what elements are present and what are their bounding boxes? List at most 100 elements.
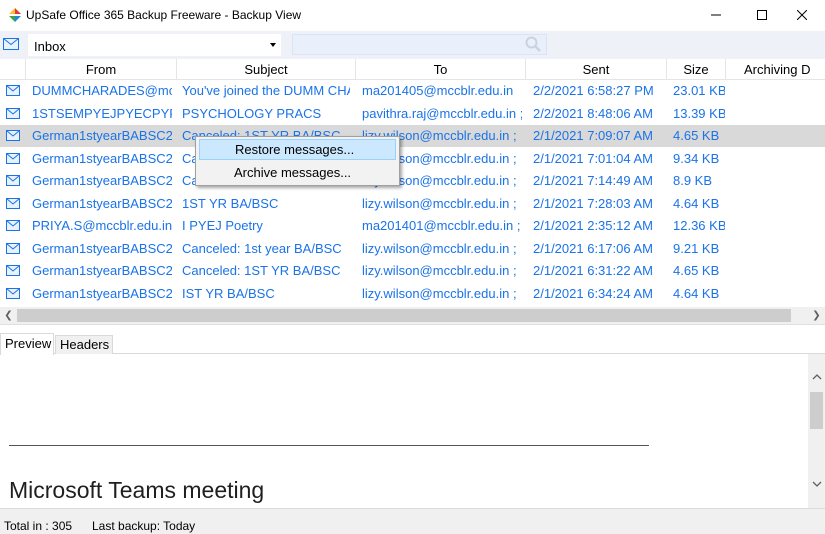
- table-row[interactable]: 1STSEMPYEJPYECPYPTPY PSYCHOLOGY PRACS pavi…: [0, 103, 825, 125]
- column-header-sent[interactable]: Sent: [526, 59, 667, 80]
- restore-messages-menu-item[interactable]: Restore messages...: [199, 139, 396, 160]
- envelope-icon: [6, 220, 20, 231]
- status-bar: Total in : 305 Last backup: Today: [0, 508, 825, 534]
- context-menu: Restore messages... Archive messages...: [195, 136, 400, 186]
- cell-sent: 2/1/2021 7:01:04 AM: [533, 150, 653, 166]
- cell-size: 8.9 KB: [673, 173, 713, 188]
- grid-header: From Subject To Sent Size Archiving D: [0, 59, 825, 80]
- cell-sent: 2/1/2021 2:35:12 AM: [533, 218, 653, 233]
- total-count: Total in : 305: [4, 519, 73, 533]
- cell-to: lizy.wilson@mccblr.edu.in ;: [362, 240, 517, 256]
- cell-subject: I PYEJ Poetry: [182, 218, 263, 233]
- table-row[interactable]: German1styearBABSC20 1ST YR BA/BSC lizy.wi…: [0, 193, 825, 215]
- cell-sent: 2/1/2021 7:14:49 AM: [533, 173, 653, 188]
- table-row[interactable]: German1styearBABSC20Canceled: 1ST YR BA/…: [0, 125, 825, 147]
- preview-pane: Microsoft Teams meeting: [0, 354, 808, 508]
- app-logo-icon: [9, 8, 21, 22]
- cell-sent: 2/1/2021 6:31:22 AM: [533, 263, 653, 278]
- maximize-icon: [757, 10, 767, 20]
- table-row[interactable]: German1styearBABSC20Canceled: 1ST YR BA/…: [0, 148, 825, 170]
- cell-sent: 2/1/2021 7:28:03 AM: [533, 195, 653, 211]
- envelope-icon: [6, 197, 20, 209]
- column-header-size[interactable]: Size: [667, 59, 726, 80]
- cell-size: 4.64 KB: [673, 285, 720, 301]
- chevron-down-icon: [270, 43, 276, 47]
- cell-from: German1styearBABSC20: [32, 285, 172, 301]
- envelope-icon: [6, 175, 20, 186]
- search-input[interactable]: [292, 34, 547, 55]
- cell-from: 1STSEMPYEJPYECPYPTPY: [32, 105, 172, 121]
- cell-subject: Canceled: 1st year BA/BSC: [182, 240, 342, 256]
- cell-from: German1styearBABSC20: [32, 195, 172, 211]
- message-grid: From Subject To Sent Size Archiving D DU…: [0, 59, 825, 307]
- column-header-to[interactable]: To: [356, 59, 526, 80]
- cell-subject: 1ST YR BA/BSC: [182, 195, 279, 211]
- cell-to: ma201405@mccblr.edu.in: [362, 83, 514, 98]
- search-icon[interactable]: [525, 36, 541, 52]
- cell-size: 4.64 KB: [673, 195, 720, 211]
- scroll-left-icon[interactable]: ❮: [0, 307, 17, 324]
- preview-heading: Microsoft Teams meeting: [9, 477, 265, 503]
- cell-from: German1styearBABSC20: [32, 128, 172, 143]
- envelope-icon: [6, 152, 20, 164]
- pane-splitter[interactable]: [0, 324, 825, 332]
- cell-size: 4.65 KB: [673, 263, 720, 278]
- vertical-scroll-thumb[interactable]: [810, 392, 823, 429]
- minimize-button[interactable]: [693, 0, 739, 30]
- last-backup: Last backup: Today: [92, 519, 196, 533]
- column-header-icon[interactable]: [0, 59, 26, 80]
- window-title: UpSafe Office 365 Backup Freeware - Back…: [26, 8, 302, 22]
- toolbar: Inbox: [0, 31, 825, 59]
- envelope-icon: [6, 130, 20, 141]
- folder-dropdown-value: Inbox: [34, 39, 66, 54]
- close-button[interactable]: [779, 0, 825, 30]
- preview-tabs: Preview Headers: [0, 332, 825, 355]
- table-row[interactable]: German1styearBABSC20Canceled: 1ST YR BA/…: [0, 260, 825, 282]
- cell-size: 9.34 KB: [673, 150, 720, 166]
- cell-size: 12.36 KB: [673, 218, 725, 233]
- envelope-icon: [6, 85, 20, 96]
- table-row[interactable]: German1styearBABSC20Canceled: 1ST YR BA/…: [0, 170, 825, 192]
- envelope-icon: [3, 38, 19, 50]
- cell-from: German1styearBABSC20: [32, 240, 172, 256]
- scroll-down-icon[interactable]: [808, 475, 825, 492]
- table-row[interactable]: DUMMCHARADES@mcc You've joined the DUMM C…: [0, 80, 825, 102]
- column-header-subject[interactable]: Subject: [177, 59, 356, 80]
- table-row[interactable]: German1styearBABSC20 Canceled: 1st year B…: [0, 238, 825, 260]
- table-row[interactable]: PRIYA.S@mccblr.edu.in I PYEJ Poetry ma2014…: [0, 215, 825, 237]
- horizontal-scroll-thumb[interactable]: [17, 309, 791, 322]
- cell-from: PRIYA.S@mccblr.edu.in: [32, 218, 172, 233]
- scroll-right-icon[interactable]: ❯: [808, 307, 825, 324]
- table-row[interactable]: German1styearBABSC20 IST YR BA/BSC lizy.wi…: [0, 283, 825, 305]
- cell-sent: 2/1/2021 6:34:24 AM: [533, 285, 653, 301]
- cell-sent: 2/2/2021 8:48:06 AM: [533, 105, 653, 121]
- archive-messages-menu-item[interactable]: Archive messages...: [199, 162, 396, 183]
- cell-subject: IST YR BA/BSC: [182, 285, 275, 301]
- close-icon: [797, 10, 807, 20]
- folder-dropdown[interactable]: Inbox: [28, 34, 281, 56]
- cell-to: ma201401@mccblr.edu.in ;: [362, 218, 521, 233]
- scroll-up-icon[interactable]: [808, 368, 825, 385]
- vertical-scrollbar[interactable]: [808, 354, 825, 508]
- envelope-icon: [6, 287, 20, 299]
- cell-subject: You've joined the DUMM CHA: [182, 83, 350, 98]
- cell-from: German1styearBABSC20: [32, 150, 172, 166]
- cell-to: pavithra.raj@mccblr.edu.in ;: [362, 105, 522, 121]
- title-bar: UpSafe Office 365 Backup Freeware - Back…: [0, 0, 825, 31]
- cell-sent: 2/1/2021 6:17:06 AM: [533, 240, 653, 256]
- preview-divider: [9, 445, 649, 446]
- horizontal-scrollbar[interactable]: ❮ ❯: [0, 307, 825, 324]
- cell-from: DUMMCHARADES@mcc: [32, 83, 172, 98]
- cell-subject: Canceled: 1ST YR BA/BSC: [182, 263, 341, 278]
- cell-to: lizy.wilson@mccblr.edu.in ;: [362, 263, 517, 278]
- tab-headers[interactable]: Headers: [55, 335, 113, 354]
- cell-from: German1styearBABSC20: [32, 173, 172, 188]
- cell-size: 4.65 KB: [673, 128, 720, 143]
- column-header-from[interactable]: From: [26, 59, 177, 80]
- cell-to: lizy.wilson@mccblr.edu.in ;: [362, 285, 517, 301]
- column-header-archiving-date[interactable]: Archiving D: [726, 59, 825, 80]
- cell-size: 9.21 KB: [673, 240, 720, 256]
- cell-size: 23.01 KB: [673, 83, 725, 98]
- tab-preview[interactable]: Preview: [0, 333, 54, 355]
- cell-sent: 2/2/2021 6:58:27 PM: [533, 83, 654, 98]
